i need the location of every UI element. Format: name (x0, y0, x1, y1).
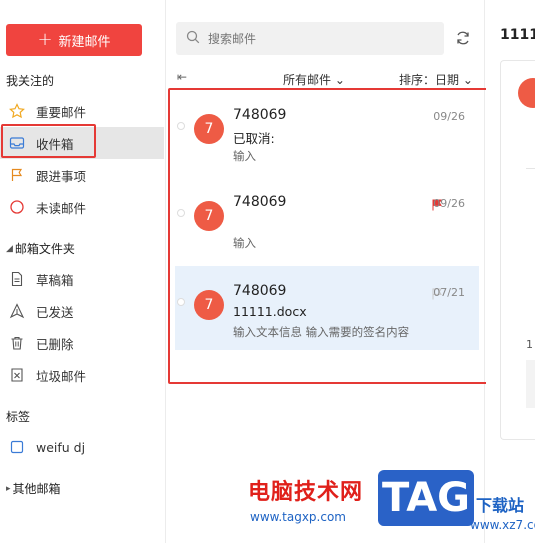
trash-icon (9, 335, 25, 351)
watermark-logo: TAG (378, 470, 474, 526)
sidebar: + 新建邮件 我关注的 重要邮件 收件箱 跟进事项 未读邮件 ◢ 邮箱文件夹 草… (0, 0, 166, 543)
watermark-right-url: www.xz7.com (470, 518, 535, 532)
divider (526, 168, 535, 169)
inbox-icon (9, 135, 25, 151)
watermark-site-name: 电脑技术网 (248, 480, 364, 505)
sidebar-item-deleted[interactable]: 已删除 (0, 327, 164, 359)
spam-icon (9, 367, 25, 383)
detail-number: 1 (526, 338, 533, 351)
sidebar-item-label: 未读邮件 (36, 200, 87, 216)
draft-icon (9, 271, 25, 287)
mail-list-panel: ⇤ 所有邮件 ⌄ 排序：日期 ⌄ 7 748069 09/26 已取消: 输入 … (167, 0, 488, 543)
sidebar-item-followup[interactable]: 跟进事项 (0, 159, 164, 191)
sidebar-item-important[interactable]: 重要邮件 (0, 95, 164, 127)
send-icon (9, 303, 25, 319)
sidebar-item-inbox[interactable]: 收件箱 (0, 127, 164, 159)
sort-dropdown[interactable]: 排序：日期 ⌄ (399, 71, 473, 88)
star-icon (9, 103, 25, 119)
tags-section-title[interactable]: 标签 (6, 408, 30, 425)
sidebar-item-tag-weifu[interactable]: weifu dj (0, 431, 164, 463)
circle-icon (9, 199, 25, 215)
refresh-icon[interactable] (455, 30, 471, 46)
sidebar-item-label: 收件箱 (36, 136, 74, 152)
sidebar-item-label: 已发送 (36, 304, 74, 320)
compose-label: 新建邮件 (58, 34, 111, 50)
compose-button[interactable]: + 新建邮件 (6, 24, 142, 56)
folders-section-title[interactable]: ◢ 邮箱文件夹 (6, 240, 75, 257)
sidebar-item-label: weifu dj (36, 439, 86, 455)
sidebar-item-label: 已删除 (36, 336, 74, 352)
favorites-section-title[interactable]: 我关注的 (6, 72, 54, 89)
sidebar-item-drafts[interactable]: 草稿箱 (0, 263, 164, 295)
filter-dropdown[interactable]: 所有邮件 ⌄ (283, 71, 345, 88)
plus-icon: + (37, 29, 53, 50)
mail-app: + 新建邮件 我关注的 重要邮件 收件箱 跟进事项 未读邮件 ◢ 邮箱文件夹 草… (0, 0, 535, 543)
other-mailbox-section-title[interactable]: ▸ 其他邮箱 (6, 480, 61, 497)
watermark-right-text: 下载站 (476, 496, 525, 515)
detail-title: 1111 (500, 27, 535, 43)
watermark-url: www.tagxp.com (250, 510, 346, 524)
sidebar-item-label: 重要邮件 (36, 104, 87, 120)
collapse-sidebar-icon[interactable]: ⇤ (177, 70, 187, 84)
caret-down-icon: ◢ (6, 243, 13, 254)
caret-right-icon: ▸ (6, 483, 11, 494)
mail-list-highlight-box (168, 88, 488, 384)
chevron-down-icon: ⌄ (459, 73, 473, 87)
search-icon (186, 29, 200, 48)
attachment-block[interactable] (526, 360, 535, 408)
search-input[interactable] (208, 31, 428, 46)
flag-icon (9, 167, 25, 183)
chevron-down-icon: ⌄ (331, 73, 345, 87)
sidebar-item-label: 跟进事项 (36, 168, 87, 184)
tag-checkbox-icon (9, 439, 25, 455)
sidebar-item-label: 垃圾邮件 (36, 368, 87, 384)
list-toolbar: ⇤ 所有邮件 ⌄ 排序：日期 ⌄ (167, 70, 485, 88)
sidebar-item-spam[interactable]: 垃圾邮件 (0, 359, 164, 391)
sidebar-item-sent[interactable]: 已发送 (0, 295, 164, 327)
sidebar-item-unread[interactable]: 未读邮件 (0, 191, 164, 223)
mail-detail-panel: 1111 1 (486, 0, 535, 543)
sidebar-item-label: 草稿箱 (36, 272, 74, 288)
search-box[interactable] (176, 22, 444, 55)
